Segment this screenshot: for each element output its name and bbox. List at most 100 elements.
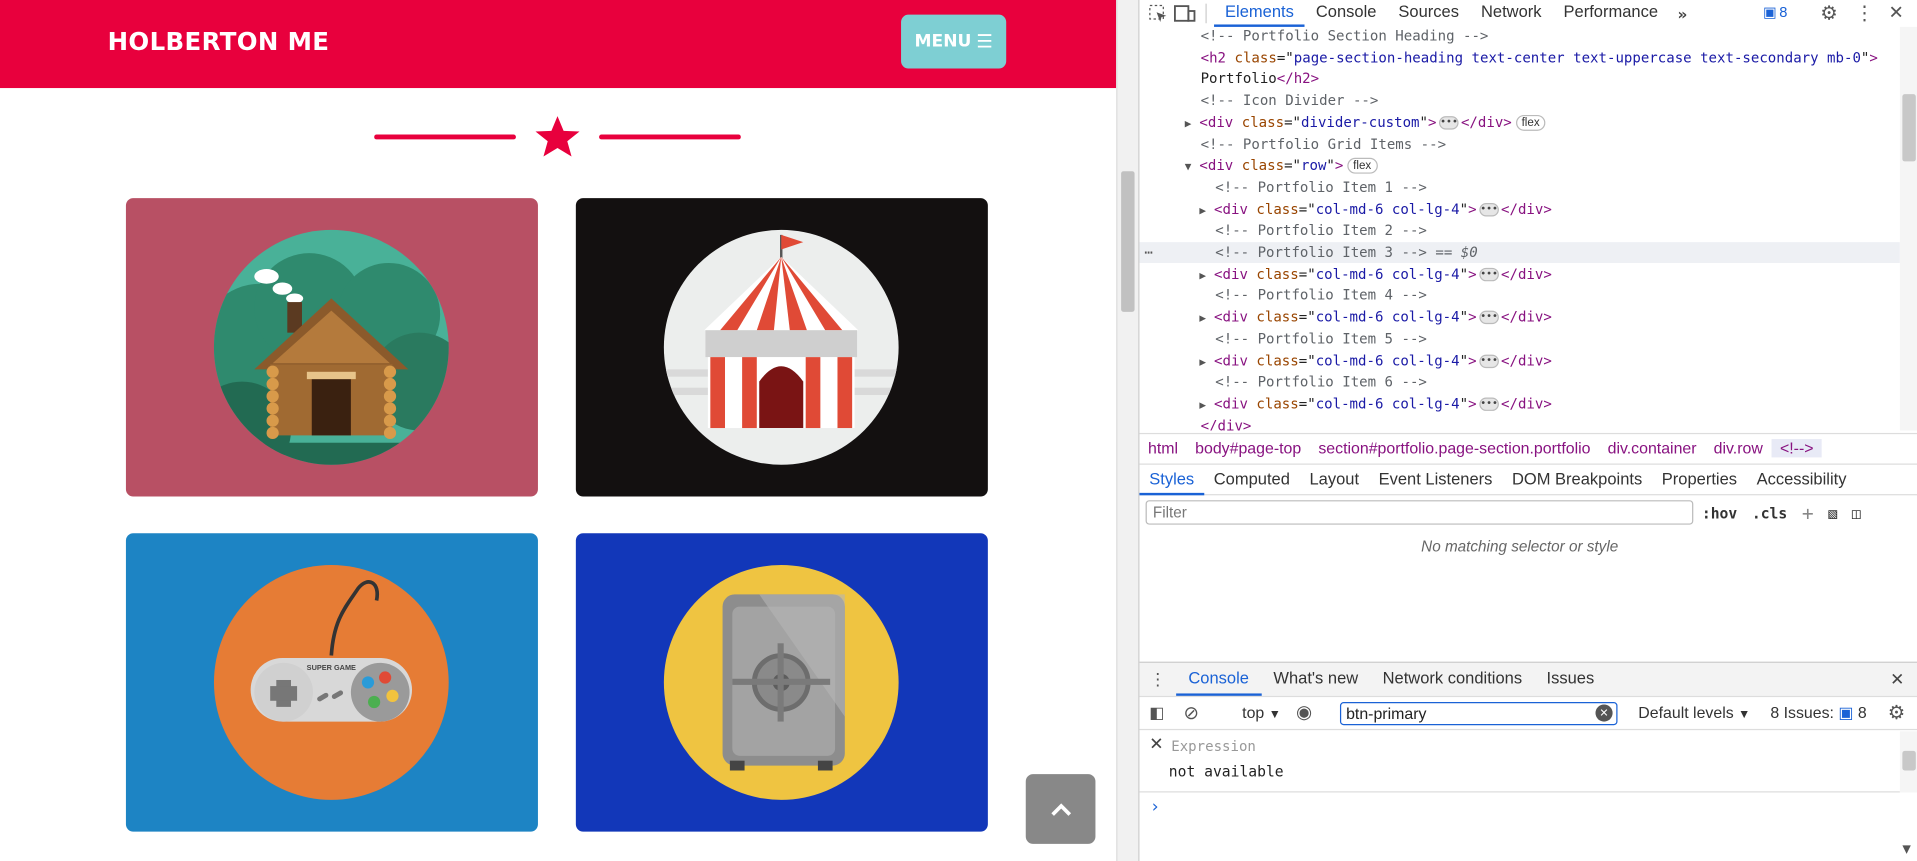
tab-sources[interactable]: Sources bbox=[1387, 0, 1470, 27]
portfolio-item-3[interactable]: SUPER GAME bbox=[125, 533, 538, 832]
expression-input[interactable]: Expression bbox=[1171, 737, 1256, 754]
brand-link[interactable]: HOLBERTON ME bbox=[108, 27, 330, 56]
cabin-icon bbox=[213, 229, 449, 465]
dom-node[interactable]: ▶ <div class="col-md-6 col-lg-4"> ••• </div… bbox=[1139, 350, 1899, 371]
live-expression: ✕ Expression not available bbox=[1139, 731, 1900, 793]
drawer-menu-icon[interactable]: ⋮ bbox=[1139, 669, 1176, 690]
add-rule-icon[interactable]: + bbox=[1802, 501, 1814, 524]
dom-node[interactable]: <!-- Portfolio Item 5 --> bbox=[1139, 329, 1899, 350]
portfolio-item-4[interactable] bbox=[575, 533, 988, 832]
navbar: HOLBERTON ME MENU ☰ bbox=[0, 0, 1117, 89]
subtab-event-listeners[interactable]: Event Listeners bbox=[1369, 464, 1502, 495]
tab-elements[interactable]: Elements bbox=[1214, 0, 1305, 27]
elements-dom-tree: <!-- Portfolio Section Heading --> <h2 cl… bbox=[1139, 27, 1900, 431]
page-scrollbar[interactable] bbox=[1116, 0, 1139, 861]
scroll-to-top-button[interactable] bbox=[1025, 774, 1096, 844]
dom-node[interactable]: ▶ <div class="col-md-6 col-lg-4"> ••• </div… bbox=[1139, 307, 1899, 328]
sidebar-icon[interactable]: ◧ bbox=[1149, 703, 1164, 723]
page-scrollbar-thumb[interactable] bbox=[1121, 171, 1135, 312]
svg-text:SUPER GAME: SUPER GAME bbox=[307, 663, 356, 672]
dom-node[interactable]: ⋯ <!-- Portfolio Item 3 --> == $0 bbox=[1139, 242, 1900, 263]
tab-console[interactable]: Console bbox=[1305, 0, 1388, 27]
cls-toggle[interactable]: .cls bbox=[1752, 504, 1787, 521]
drawer-tab-console[interactable]: Console bbox=[1176, 663, 1262, 696]
menu-label: MENU bbox=[914, 31, 972, 52]
console-prompt[interactable]: › bbox=[1152, 797, 1159, 817]
drawer-tab-network-conditions[interactable]: Network conditions bbox=[1370, 663, 1534, 696]
clear-console-icon[interactable]: ⊘ bbox=[1183, 702, 1198, 724]
drawer-tabbar: ⋮ Console What's new Network conditions … bbox=[1139, 661, 1917, 696]
dom-node[interactable]: <!-- Portfolio Item 6 --> bbox=[1139, 372, 1899, 393]
console-settings-icon[interactable]: ⚙ bbox=[1888, 701, 1906, 725]
dom-node[interactable]: ▶ <div class="col-md-6 col-lg-4"> ••• </div… bbox=[1139, 394, 1899, 415]
drawer-close-icon[interactable]: ✕ bbox=[1890, 669, 1904, 690]
eye-icon[interactable]: ◉ bbox=[1296, 701, 1312, 723]
more-options-icon[interactable]: ⋮ bbox=[1851, 0, 1878, 24]
dom-node[interactable]: <!-- Portfolio Section Heading --> bbox=[1139, 27, 1899, 47]
dom-node[interactable]: <!-- Icon Divider --> bbox=[1139, 91, 1899, 112]
dom-node[interactable]: <!-- Portfolio Item 4 --> bbox=[1139, 285, 1899, 306]
breadcrumb-body[interactable]: body#page-top bbox=[1187, 439, 1310, 457]
styles-filter-input[interactable]: Filter bbox=[1145, 500, 1694, 525]
subtab-dom-breakpoints[interactable]: DOM Breakpoints bbox=[1502, 464, 1652, 495]
drawer-tab-whats-new[interactable]: What's new bbox=[1261, 663, 1370, 696]
breadcrumb-comment[interactable]: <!--> bbox=[1771, 439, 1823, 458]
inspect-element-icon[interactable] bbox=[1144, 1, 1171, 25]
breadcrumb-section[interactable]: section#portfolio.page-section.portfolio bbox=[1310, 439, 1599, 457]
issues-counter[interactable]: ▣ 8 bbox=[1763, 4, 1787, 21]
hamburger-icon: ☰ bbox=[976, 30, 993, 53]
dom-node[interactable]: <!-- Portfolio Grid Items --> bbox=[1139, 134, 1899, 155]
context-selector[interactable]: top ▼ bbox=[1242, 703, 1281, 721]
subtab-layout[interactable]: Layout bbox=[1300, 464, 1369, 495]
dom-node[interactable]: <h2 class="page-section-heading text-cen… bbox=[1139, 47, 1899, 68]
dom-node[interactable]: Portfolio</h2> bbox=[1139, 69, 1899, 90]
devtools-panel: Elements Console Sources Network Perform… bbox=[1138, 0, 1917, 861]
tab-performance[interactable]: Performance bbox=[1553, 0, 1670, 27]
dom-node[interactable]: ▶ <div class="col-md-6 col-lg-4"> ••• </div… bbox=[1139, 264, 1899, 285]
dom-node[interactable]: <!-- Portfolio Item 1 --> bbox=[1139, 177, 1899, 198]
more-tabs-icon[interactable]: » bbox=[1669, 1, 1696, 25]
portfolio-item-1[interactable] bbox=[125, 198, 538, 497]
paint-brush-icon[interactable]: ▧ bbox=[1828, 504, 1837, 521]
console-issues-link[interactable]: 8 Issues: ▣ 8 bbox=[1770, 703, 1866, 723]
clear-filter-icon[interactable]: ✕ bbox=[1595, 704, 1613, 722]
console-scrollbar-thumb[interactable] bbox=[1902, 750, 1916, 771]
hov-toggle[interactable]: :hov bbox=[1702, 504, 1737, 521]
styles-filterbar: Filter :hov .cls + ▧ ◫ bbox=[1139, 497, 1917, 529]
elements-scrollbar-thumb[interactable] bbox=[1902, 94, 1916, 162]
log-levels-dropdown[interactable]: Default levels ▼ bbox=[1638, 703, 1750, 721]
subtab-properties[interactable]: Properties bbox=[1652, 464, 1747, 495]
sidebar-toggle-icon[interactable]: ◫ bbox=[1852, 504, 1861, 521]
no-match-message: No matching selector or style bbox=[1421, 538, 1619, 556]
console-filter-input[interactable]: btn-primary ✕ bbox=[1339, 702, 1618, 726]
breadcrumb-html[interactable]: html bbox=[1139, 439, 1186, 457]
elements-scrollbar[interactable] bbox=[1899, 26, 1917, 431]
console-scrollbar[interactable] bbox=[1899, 731, 1917, 793]
subtab-computed[interactable]: Computed bbox=[1204, 464, 1300, 495]
console-toolbar: ◧ ⊘ top ▼ ◉ btn-primary ✕ Default levels… bbox=[1139, 695, 1917, 731]
settings-gear-icon[interactable]: ⚙ bbox=[1816, 0, 1843, 24]
expression-value: not available bbox=[1168, 763, 1284, 781]
portfolio-item-2[interactable] bbox=[575, 198, 988, 497]
subtab-styles[interactable]: Styles bbox=[1139, 464, 1204, 495]
breadcrumb: html body#page-top section#portfolio.pag… bbox=[1139, 432, 1917, 462]
scroll-down-arrow-icon[interactable]: ▼ bbox=[1902, 844, 1910, 856]
breadcrumb-container[interactable]: div.container bbox=[1599, 439, 1705, 457]
device-toolbar-icon[interactable] bbox=[1171, 1, 1198, 25]
dom-node[interactable]: <!-- Portfolio Item 2 --> bbox=[1139, 221, 1899, 242]
dom-node[interactable]: ▼ <div class="row"> flex bbox=[1139, 156, 1899, 177]
circus-tent-icon bbox=[663, 229, 899, 465]
toolbar-separator bbox=[1205, 3, 1207, 24]
dom-node[interactable]: </div> bbox=[1139, 415, 1899, 431]
devtools-tabbar: Elements Console Sources Network Perform… bbox=[1139, 0, 1917, 27]
drawer-tab-issues[interactable]: Issues bbox=[1534, 663, 1606, 696]
dom-node[interactable]: ▶ <div class="col-md-6 col-lg-4"> ••• </div… bbox=[1139, 199, 1899, 220]
remove-expression-icon[interactable]: ✕ bbox=[1149, 735, 1163, 755]
close-icon[interactable]: ✕ bbox=[1883, 0, 1910, 24]
subtab-accessibility[interactable]: Accessibility bbox=[1747, 464, 1856, 495]
chevron-up-icon bbox=[1050, 802, 1071, 816]
menu-button[interactable]: MENU ☰ bbox=[901, 14, 1007, 69]
tab-network[interactable]: Network bbox=[1470, 0, 1553, 27]
breadcrumb-row[interactable]: div.row bbox=[1705, 439, 1771, 457]
dom-node[interactable]: ▶ <div class="divider-custom"> ••• </div> fl… bbox=[1139, 112, 1899, 133]
